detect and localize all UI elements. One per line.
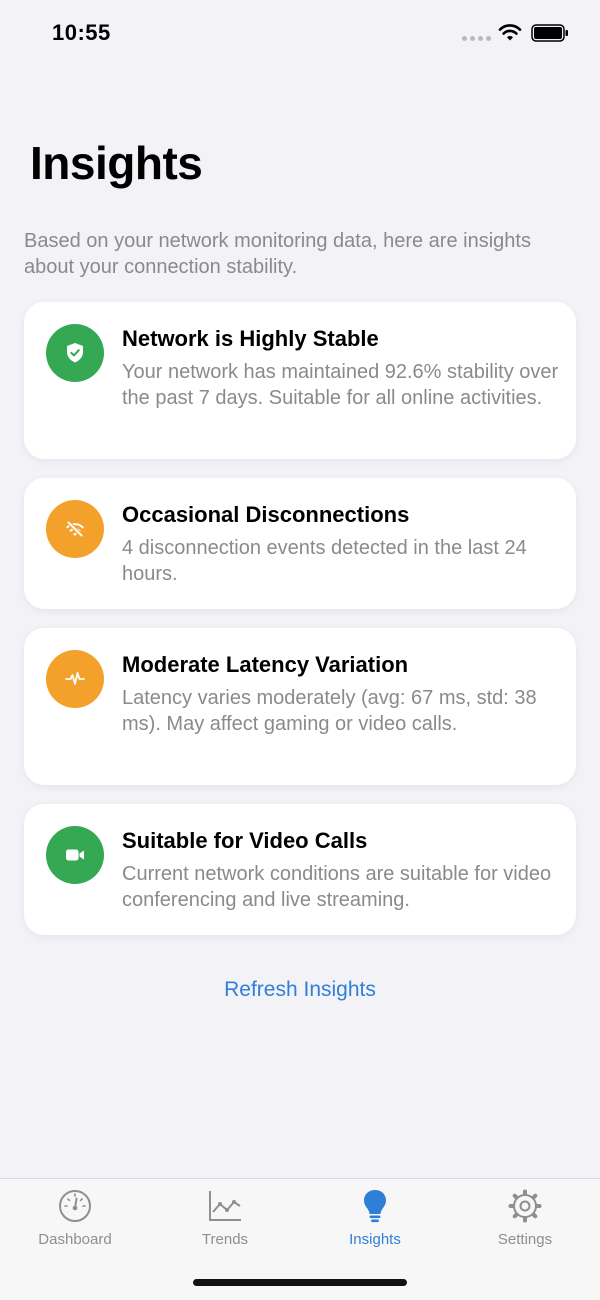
tab-label: Dashboard — [38, 1231, 112, 1248]
refresh-insights-button[interactable]: Refresh Insights — [0, 978, 600, 1002]
insight-card-latency: Moderate Latency Variation Latency varie… — [24, 628, 576, 785]
cellular-signal-icon — [462, 36, 491, 41]
intro-text: Based on your network monitoring data, h… — [24, 230, 531, 278]
tab-insights[interactable]: Insights — [300, 1179, 450, 1259]
status-bar: 10:55 — [0, 0, 600, 70]
insight-card-video-calls: Suitable for Video Calls Current network… — [24, 804, 576, 935]
tab-trends[interactable]: Trends — [150, 1179, 300, 1259]
video-camera-icon — [46, 826, 104, 884]
waveform-icon — [46, 650, 104, 708]
insight-card-disconnections: Occasional Disconnections 4 disconnectio… — [24, 478, 576, 609]
wifi-off-icon — [46, 500, 104, 558]
card-title: Moderate Latency Variation — [122, 652, 409, 677]
tab-dashboard[interactable]: Dashboard — [0, 1179, 150, 1259]
card-text: 4 disconnection events detected in the l… — [122, 537, 527, 585]
battery-icon — [531, 24, 568, 42]
status-time: 10:55 — [52, 20, 111, 45]
insight-card-stability: Network is Highly Stable Your network ha… — [24, 302, 576, 459]
tab-settings[interactable]: Settings — [450, 1179, 600, 1259]
shield-check-icon — [46, 324, 104, 382]
page-title: Insights — [30, 137, 203, 189]
card-title: Occasional Disconnections — [122, 502, 410, 527]
tab-label: Settings — [497, 1231, 553, 1248]
gear-icon — [508, 1189, 542, 1223]
card-text: Your network has maintained 92.6% stabil… — [122, 361, 559, 409]
tab-label: Insights — [349, 1231, 401, 1248]
gauge-icon — [59, 1190, 91, 1222]
card-title: Network is Highly Stable — [122, 326, 379, 351]
lightbulb-icon — [364, 1190, 386, 1223]
card-title: Suitable for Video Calls — [122, 828, 368, 853]
tab-label: Trends — [201, 1231, 249, 1248]
home-indicator — [193, 1279, 407, 1286]
line-chart-icon — [209, 1191, 241, 1221]
card-text: Current network conditions are suitable … — [122, 863, 552, 911]
card-text: Latency varies moderately (avg: 67 ms, s… — [122, 687, 537, 735]
wifi-icon — [498, 24, 522, 41]
